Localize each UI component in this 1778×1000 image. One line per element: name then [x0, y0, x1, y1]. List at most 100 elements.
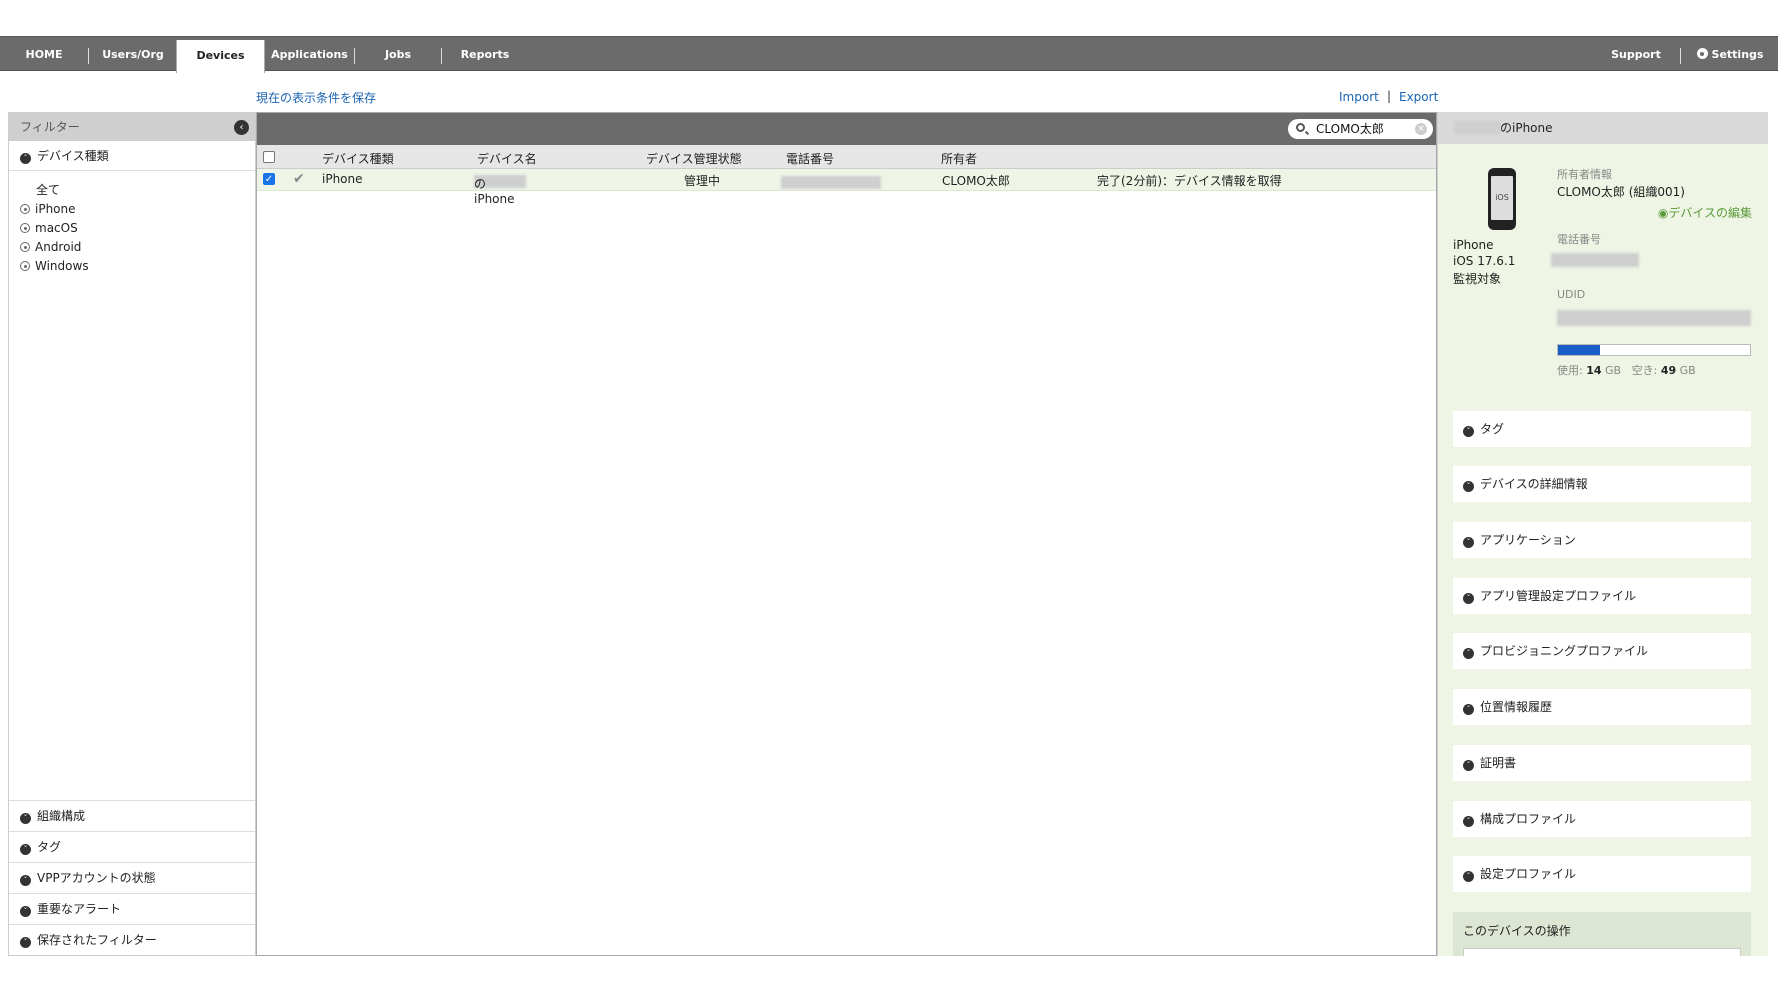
clear-search-icon[interactable]: × [1415, 123, 1427, 135]
section-provisioning-profile[interactable]: ˇ プロビジョニングプロファイル [1453, 633, 1751, 669]
collapse-left-icon[interactable]: ‹ [234, 120, 249, 135]
redacted-block [1454, 121, 1500, 134]
device-type-windows[interactable]: Windows [20, 257, 255, 276]
column-owner[interactable]: 所有者 [941, 150, 977, 167]
storage-bar [1557, 344, 1751, 356]
tab-applications[interactable]: Applications [265, 37, 354, 72]
detail-title: のiPhone [1500, 121, 1553, 135]
chevron-down-icon: ˇ [20, 906, 31, 917]
chevron-down-icon: ˇ [1463, 648, 1474, 659]
device-type-label: iPhone [35, 202, 76, 216]
list-toolbar: CLOMO太郎 × [257, 113, 1436, 145]
column-phone-number[interactable]: 電話番号 [786, 150, 834, 167]
section-certificates[interactable]: ˇ 証明書 [1453, 745, 1751, 781]
phone-screen: iOS [1491, 176, 1513, 220]
supervised-status: 監視対象 [1453, 272, 1502, 286]
section-label: デバイスの詳細情報 [1480, 477, 1588, 491]
section-location-history[interactable]: ˇ 位置情報履歴 [1453, 689, 1751, 725]
filter-header: フィルター ‹ [9, 113, 255, 141]
section-label: アプリ管理設定プロファイル [1480, 589, 1637, 603]
column-device-name[interactable]: デバイス名 [477, 150, 537, 167]
device-model: iPhone [1453, 238, 1494, 252]
section-label: VPPアカウントの状態 [37, 871, 156, 885]
redacted-block [781, 176, 881, 189]
owner-value: CLOMO太郎 (組織001) [1557, 185, 1685, 199]
section-label: 証明書 [1480, 756, 1517, 770]
section-label: 位置情報履歴 [1480, 700, 1553, 714]
org-structure-section[interactable]: ˇ 組織構成 [9, 800, 255, 831]
radio-icon [20, 242, 30, 252]
radio-icon [20, 223, 30, 233]
device-name-suffix: のiPhone [474, 177, 515, 206]
section-label: 保存されたフィルター [37, 933, 157, 947]
device-detail-panel: のiPhone iOS iPhone iOS 17.6.1 監視対象 所有者情報… [1437, 112, 1768, 956]
export-link[interactable]: Export [1399, 90, 1438, 104]
device-type-section-label: デバイス種類 [37, 149, 109, 163]
tab-home[interactable]: HOME [0, 37, 88, 72]
storage-used-label: 使用: [1557, 364, 1583, 377]
edit-device-link[interactable]: ◉デバイスの編集 [1658, 204, 1752, 221]
critical-alerts-section[interactable]: ˇ 重要なアラート [9, 893, 255, 924]
saved-filters-section[interactable]: ˇ 保存されたフィルター [9, 924, 255, 955]
chevron-down-icon: ˇ [1463, 426, 1474, 437]
section-applications[interactable]: ˇ アプリケーション [1453, 522, 1751, 558]
chevron-down-icon: ˇ [20, 937, 31, 948]
edit-device-label: デバイスの編集 [1668, 206, 1752, 220]
udid-label: UDID [1557, 288, 1586, 301]
device-type-label: macOS [35, 221, 78, 235]
filter-title: フィルター [20, 120, 80, 134]
phone-label: 電話番号 [1557, 233, 1601, 246]
import-link[interactable]: Import [1339, 90, 1379, 104]
device-type-all[interactable]: 全て [20, 181, 255, 200]
save-view-link[interactable]: 現在の表示条件を保存 [256, 89, 376, 106]
section-tag[interactable]: ˇ タグ [1453, 411, 1751, 447]
radio-icon [20, 204, 30, 214]
section-config-profile[interactable]: ˇ 構成プロファイル [1453, 801, 1751, 837]
tab-devices[interactable]: Devices [176, 40, 265, 73]
chevron-down-icon: ˇ [1463, 481, 1474, 492]
chevron-up-icon: ˆ [20, 153, 31, 164]
os-version: iOS 17.6.1 [1453, 254, 1516, 268]
device-type-iphone[interactable]: iPhone [20, 200, 255, 219]
section-app-config-profile[interactable]: ˇ アプリ管理設定プロファイル [1453, 578, 1751, 614]
storage-unit: GB [1679, 364, 1696, 377]
storage-free: 49 [1660, 364, 1677, 377]
settings-button[interactable]: Settings [1690, 37, 1770, 72]
row-checkbox[interactable]: ✓ [263, 173, 275, 185]
device-type-android[interactable]: Android [20, 238, 255, 257]
device-type-label: Android [35, 240, 82, 254]
support-link[interactable]: Support [1606, 37, 1666, 72]
chevron-down-icon: ˇ [20, 875, 31, 886]
iphone-icon: iOS [1488, 168, 1516, 230]
column-device-type[interactable]: デバイス種類 [322, 150, 394, 167]
device-type-macos[interactable]: macOS [20, 219, 255, 238]
storage-used: 14 [1586, 364, 1602, 377]
section-label: タグ [1480, 422, 1505, 436]
tab-reports[interactable]: Reports [442, 37, 528, 72]
tab-users-org[interactable]: Users/Org [89, 37, 177, 72]
top-navigation: HOME Users/Org Devices Applications Jobs… [0, 36, 1778, 73]
chevron-down-icon: ˇ [20, 844, 31, 855]
section-device-details[interactable]: ˇ デバイスの詳細情報 [1453, 466, 1751, 502]
tag-section[interactable]: ˇ タグ [9, 831, 255, 862]
storage-free-label: 空き: [1631, 364, 1658, 377]
section-settings-profile[interactable]: ˇ 設定プロファイル [1453, 856, 1751, 892]
section-label: 設定プロファイル [1480, 867, 1577, 881]
column-management-status[interactable]: デバイス管理状態 [646, 150, 742, 167]
device-list-panel: CLOMO太郎 × デバイス種類 デバイス名 デバイス管理状態 電話番号 所有者… [256, 112, 1437, 956]
tab-jobs[interactable]: Jobs [355, 37, 441, 72]
select-all-checkbox[interactable] [263, 151, 275, 163]
page: HOME Users/Org Devices Applications Jobs… [0, 0, 1778, 1000]
search-input[interactable]: CLOMO太郎 [1316, 122, 1384, 136]
storage-unit: GB [1605, 364, 1622, 377]
device-type-label: Windows [35, 259, 89, 273]
vpp-status-section[interactable]: ˇ VPPアカウントの状態 [9, 862, 255, 893]
device-operations-body [1463, 948, 1741, 956]
device-type-section[interactable]: ˆ デバイス種類 [9, 141, 255, 171]
cell-device-type: iPhone [322, 172, 363, 186]
search-icon [1296, 123, 1305, 132]
chevron-down-icon: ˇ [1463, 816, 1474, 827]
table-row[interactable]: ✓ ✔ iPhone のiPhone 管理中 CLOMO太郎 完了(2分前)：デ… [257, 169, 1436, 206]
edit-icon: ◉ [1657, 206, 1669, 220]
search-box[interactable]: CLOMO太郎 × [1288, 119, 1433, 139]
